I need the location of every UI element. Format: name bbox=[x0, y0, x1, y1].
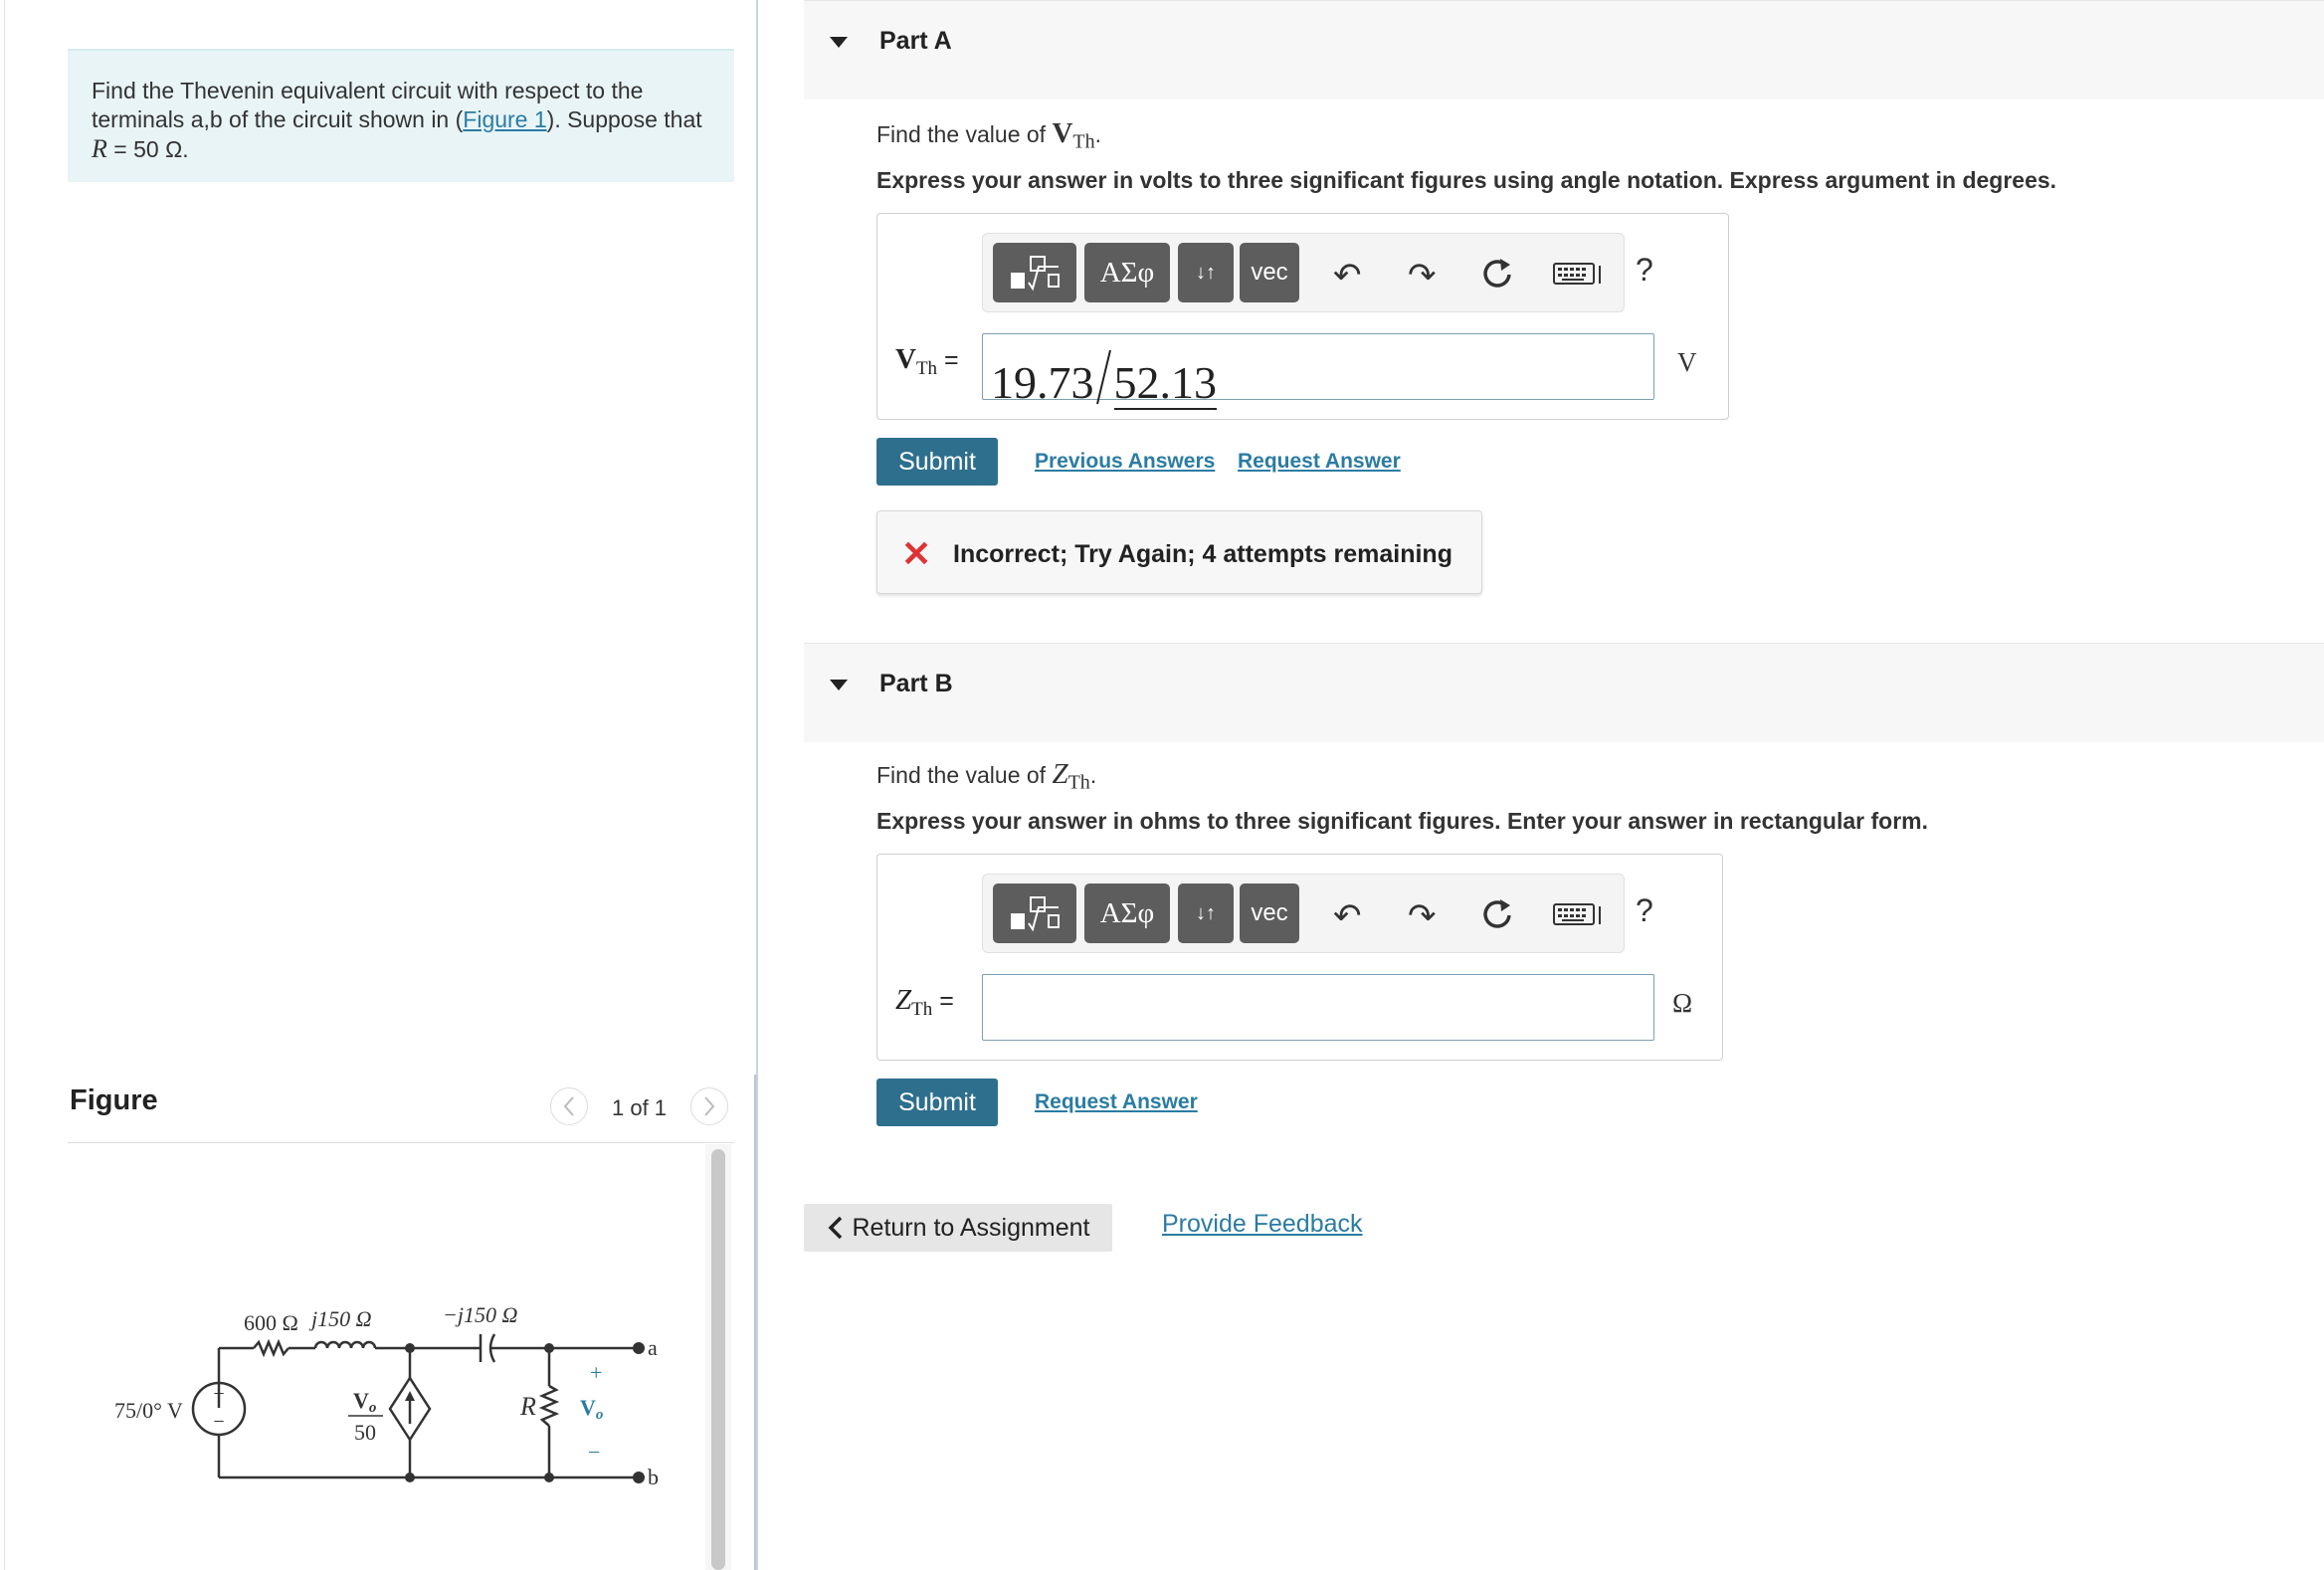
math-toolbar: ΑΣφ ↓↑ vec ↶ ↷ ? bbox=[982, 233, 1653, 312]
figure-counter: 1 of 1 bbox=[612, 1095, 668, 1120]
part-b-header[interactable]: Part B bbox=[804, 643, 2324, 742]
r-value: = 50 Ω. bbox=[106, 136, 189, 162]
part-a-submit-button[interactable]: Submit bbox=[876, 438, 998, 486]
part-a-answer-box: ΑΣφ ↓↑ vec ↶ ↷ ? VTh = 19.73 52.13 V bbox=[876, 213, 1729, 420]
source-label: 75/0° V bbox=[114, 1398, 183, 1423]
part-a-unit: V bbox=[1677, 347, 1697, 377]
reset-icon[interactable] bbox=[1480, 896, 1514, 939]
part-b-instruction: Express your answer in ohms to three sig… bbox=[876, 808, 1928, 834]
part-b-answer-input[interactable] bbox=[982, 974, 1654, 1041]
figure-divider bbox=[68, 1142, 734, 1143]
keyboard-icon[interactable] bbox=[1552, 898, 1604, 937]
part-b-title: Part B bbox=[879, 670, 953, 697]
terminal-a: a bbox=[648, 1335, 658, 1360]
return-label: Return to Assignment bbox=[852, 1213, 1090, 1242]
dep-source-denominator: 50 bbox=[354, 1420, 376, 1445]
part-a-instruction: Express your answer in volts to three si… bbox=[876, 167, 2057, 193]
circuit-diagram: + − 75/0° V 600 Ω j150 Ω −j150 Ω Vo 50 R… bbox=[114, 1302, 659, 1489]
math-toolbar: ΑΣφ ↓↑ vec ↶ ↷ ? bbox=[982, 874, 1653, 953]
vo-minus: − bbox=[588, 1440, 600, 1465]
previous-answers-link[interactable]: Previous Answers bbox=[1035, 450, 1215, 474]
pane-divider[interactable] bbox=[756, 0, 758, 1570]
templates-button[interactable] bbox=[993, 883, 1076, 943]
r-label: R bbox=[519, 1392, 536, 1421]
problem-text-2: ). Suppose that bbox=[546, 106, 702, 132]
angle-icon bbox=[1095, 349, 1111, 405]
arrows-button[interactable]: ↓↑ bbox=[1178, 243, 1234, 302]
part-b-request-answer-link[interactable]: Request Answer bbox=[1035, 1090, 1198, 1114]
reset-icon[interactable] bbox=[1480, 256, 1514, 298]
return-to-assignment-button[interactable]: Return to Assignment bbox=[804, 1204, 1112, 1252]
arrows-button[interactable]: ↓↑ bbox=[1178, 883, 1234, 943]
vec-button[interactable]: vec bbox=[1240, 883, 1299, 943]
part-a-prompt: Find the value of VTh. bbox=[876, 117, 1102, 153]
terminal-b: b bbox=[648, 1465, 659, 1489]
part-b-variable: ZTh = bbox=[895, 984, 954, 1020]
part-a-variable: VTh = bbox=[895, 343, 959, 379]
greek-button[interactable]: ΑΣφ bbox=[1084, 243, 1170, 302]
templates-button[interactable] bbox=[993, 243, 1076, 302]
collapse-caret-icon bbox=[830, 680, 848, 690]
problem-statement: Find the Thevenin equivalent circuit wit… bbox=[68, 49, 734, 182]
angle-value: 52.13 bbox=[1113, 357, 1217, 410]
undo-icon[interactable]: ↶ bbox=[1333, 896, 1362, 936]
part-a-title: Part A bbox=[879, 27, 952, 55]
error-x-icon: ✕ bbox=[901, 533, 932, 574]
part-a-header[interactable]: Part A bbox=[804, 0, 2324, 99]
feedback-text: Incorrect; Try Again; 4 attempts remaini… bbox=[953, 540, 1452, 568]
part-b-answer-box: ΑΣφ ↓↑ vec ↶ ↷ ? ZTh = Ω bbox=[876, 854, 1723, 1061]
vec-button[interactable]: vec bbox=[1240, 243, 1299, 302]
part-a-request-answer-link[interactable]: Request Answer bbox=[1238, 450, 1401, 474]
source-minus: − bbox=[213, 1411, 224, 1433]
answer-value: 19.73 52.13 bbox=[991, 338, 1217, 410]
pane-divider-handle[interactable] bbox=[754, 1075, 756, 1570]
templates-icon bbox=[1011, 256, 1060, 292]
greek-button[interactable]: ΑΣφ bbox=[1084, 883, 1170, 943]
r-symbol: R bbox=[92, 134, 107, 163]
redo-icon[interactable]: ↷ bbox=[1408, 896, 1437, 936]
help-icon[interactable]: ? bbox=[1636, 252, 1653, 289]
inductor-label: j150 Ω bbox=[308, 1306, 372, 1331]
feedback-message: ✕ Incorrect; Try Again; 4 attempts remai… bbox=[876, 510, 1482, 594]
templates-icon bbox=[1011, 896, 1060, 932]
part-b-prompt: Find the value of ZTh. bbox=[876, 758, 1097, 794]
chevron-left-icon bbox=[829, 1216, 843, 1240]
pane-edge bbox=[4, 0, 5, 1570]
source-plus: + bbox=[213, 1383, 224, 1405]
dep-source-numerator: Vo bbox=[353, 1388, 376, 1416]
chevron-left-icon bbox=[563, 1096, 574, 1116]
figure-title: Figure bbox=[70, 1084, 158, 1116]
redo-icon[interactable]: ↷ bbox=[1408, 256, 1437, 295]
chevron-right-icon bbox=[704, 1096, 715, 1116]
resistor-600-label: 600 Ω bbox=[244, 1310, 298, 1335]
help-icon[interactable]: ? bbox=[1636, 892, 1653, 929]
vo-plus: + bbox=[590, 1360, 602, 1385]
vo-label: Vo bbox=[580, 1395, 603, 1423]
magnitude-value: 19.73 bbox=[991, 357, 1094, 408]
undo-icon[interactable]: ↶ bbox=[1333, 256, 1362, 295]
part-a-answer-input[interactable]: 19.73 52.13 bbox=[982, 333, 1654, 410]
part-b-submit-button[interactable]: Submit bbox=[876, 1079, 998, 1126]
collapse-caret-icon bbox=[830, 37, 848, 48]
figure-link[interactable]: Figure 1 bbox=[463, 106, 546, 132]
provide-feedback-link[interactable]: Provide Feedback bbox=[1162, 1210, 1363, 1239]
figure-next-button[interactable] bbox=[690, 1087, 728, 1125]
part-b-unit: Ω bbox=[1672, 988, 1693, 1018]
problem-pane: Find the Thevenin equivalent circuit wit… bbox=[0, 0, 756, 1570]
figure-scroll-thumb[interactable] bbox=[711, 1149, 725, 1570]
capacitor-label: −j150 Ω bbox=[443, 1302, 517, 1327]
keyboard-icon[interactable] bbox=[1552, 258, 1604, 296]
figure-prev-button[interactable] bbox=[550, 1087, 588, 1125]
